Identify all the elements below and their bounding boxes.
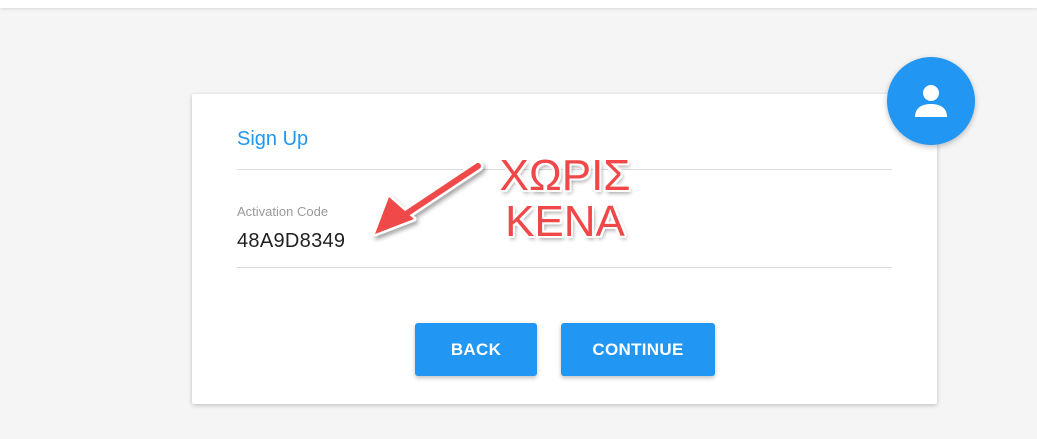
annotation-line-2: ΚΕΝΑ xyxy=(505,197,625,246)
signup-card: Sign Up Activation Code 48A9D8349 BACK C… xyxy=(192,94,937,404)
annotation-text: ΧΩΡΙΣ ΚΕΝΑ xyxy=(485,153,645,245)
avatar xyxy=(887,57,975,145)
activation-code-label: Activation Code xyxy=(237,204,329,219)
continue-button[interactable]: CONTINUE xyxy=(561,323,715,376)
card-title: Sign Up xyxy=(237,128,309,150)
annotation-line-1: ΧΩΡΙΣ xyxy=(499,151,631,200)
user-icon xyxy=(915,85,947,117)
input-underline xyxy=(237,267,892,268)
top-app-bar xyxy=(0,0,1037,8)
back-button[interactable]: BACK xyxy=(415,323,537,376)
activation-code-input[interactable]: 48A9D8349 xyxy=(237,230,345,253)
